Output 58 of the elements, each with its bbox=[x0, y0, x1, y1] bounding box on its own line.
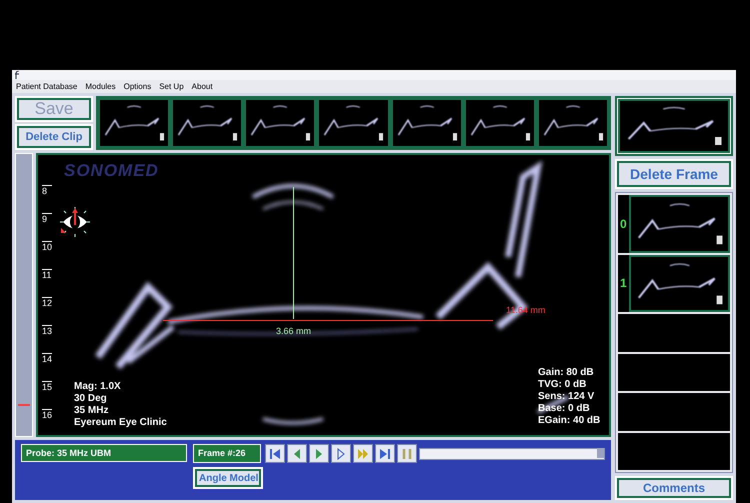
scan-thumbnail[interactable] bbox=[618, 99, 730, 153]
scan-info-text: 30 Deg bbox=[74, 393, 108, 405]
depth-scale-label: 16 bbox=[42, 409, 52, 420]
frame-index-label: 1 bbox=[619, 276, 628, 290]
step-forward-button[interactable] bbox=[331, 444, 351, 463]
scan-setting-text: Base: 0 dB bbox=[538, 403, 591, 415]
delete-frame-button[interactable]: Delete Frame bbox=[615, 159, 733, 189]
menu-item[interactable]: Set Up bbox=[159, 82, 184, 91]
scan-setting-text: Sens: 124 V bbox=[538, 391, 596, 403]
app-icon bbox=[15, 71, 21, 79]
menu-item[interactable]: About bbox=[192, 82, 213, 91]
depth-scale-label: 13 bbox=[42, 325, 52, 336]
depth-scale-label: 10 bbox=[42, 241, 52, 252]
measurement-label: 3.66 mm bbox=[276, 326, 312, 336]
scan-setting-text: Gain: 80 dB bbox=[538, 367, 595, 379]
scan-info-text: Mag: 1.0X bbox=[74, 381, 122, 393]
step-back-button[interactable] bbox=[287, 444, 307, 463]
depth-scale-label: 11 bbox=[42, 269, 52, 280]
frame-index-label: 0 bbox=[619, 216, 628, 231]
first-frame-button[interactable] bbox=[265, 444, 285, 463]
scan-info-text: Eyereum Eye Clinic bbox=[74, 417, 167, 429]
pause-button[interactable] bbox=[397, 444, 417, 463]
comments-button[interactable]: Comments bbox=[615, 476, 733, 500]
scan-setting-text: EGain: 40 dB bbox=[538, 415, 600, 427]
pause-icon bbox=[400, 446, 414, 460]
scan-thumbnail[interactable] bbox=[464, 98, 536, 148]
menu-item[interactable]: Patient Database bbox=[16, 82, 78, 91]
scan-thumbnail[interactable] bbox=[536, 98, 609, 148]
first-frame-icon bbox=[268, 446, 282, 460]
scan-thumbnail[interactable] bbox=[171, 98, 244, 148]
depth-scale-label: 8 bbox=[42, 185, 52, 196]
scan-thumbnail[interactable] bbox=[244, 98, 316, 148]
depth-scale-label: 15 bbox=[42, 381, 52, 392]
depth-scale-label: 12 bbox=[42, 297, 52, 308]
scan-thumbnail[interactable] bbox=[317, 98, 390, 148]
tvg-slider-bar[interactable] bbox=[15, 153, 33, 437]
frame-number-label: Frame #:26 bbox=[193, 444, 261, 463]
depth-scale-label: 14 bbox=[42, 353, 52, 364]
frame-scrollbar[interactable] bbox=[419, 448, 605, 460]
eye-orientation-icon bbox=[58, 205, 92, 239]
depth-scale-label: 9 bbox=[42, 213, 52, 224]
delete-clip-button[interactable]: Delete Clip bbox=[15, 124, 93, 150]
scan-thumbnail[interactable] bbox=[628, 195, 730, 253]
menu-item[interactable]: Options bbox=[124, 82, 152, 91]
scan-thumbnail[interactable] bbox=[390, 98, 463, 148]
brand-logo: SONOMED bbox=[64, 161, 159, 181]
scan-thumbnail[interactable] bbox=[628, 254, 730, 312]
scan-setting-text: TVG: 0 dB bbox=[538, 379, 588, 391]
fast-forward-button[interactable] bbox=[353, 444, 373, 463]
scan-info-text: 35 MHz bbox=[74, 405, 110, 417]
scan-thumbnail[interactable] bbox=[98, 98, 170, 148]
last-frame-button[interactable] bbox=[375, 444, 395, 463]
fast-forward-icon bbox=[356, 446, 370, 460]
angle-model-button[interactable]: Angle Model bbox=[193, 467, 263, 489]
menu-item[interactable]: Modules bbox=[85, 82, 116, 91]
probe-label: Probe: 35 MHz UBM bbox=[21, 444, 187, 462]
play-button[interactable] bbox=[309, 444, 329, 463]
last-frame-icon bbox=[378, 446, 392, 460]
